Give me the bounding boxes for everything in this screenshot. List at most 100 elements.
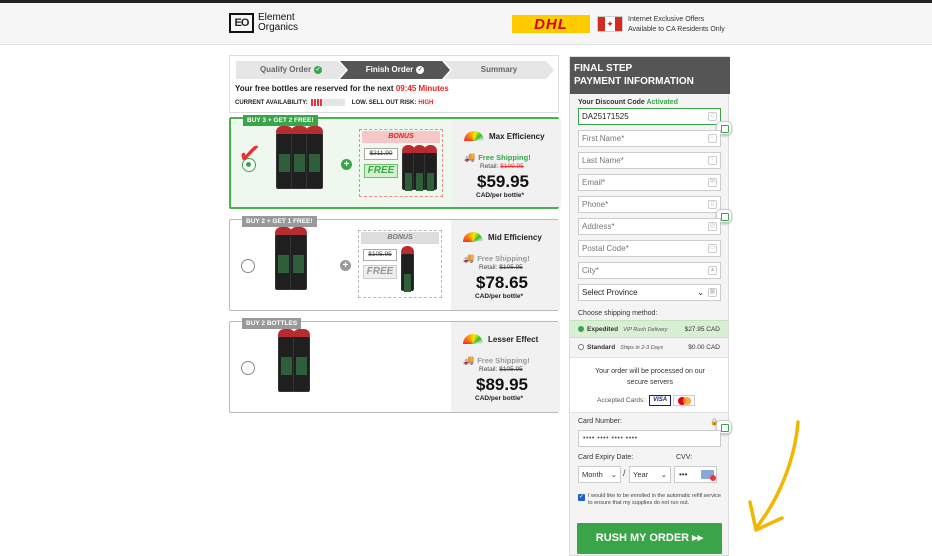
step-summary: Summary [444, 61, 554, 79]
pointing-arrow-icon [748, 420, 800, 532]
truck-icon: 🚚 [463, 355, 475, 365]
phone-icon: ▯ [708, 200, 717, 209]
package-radio[interactable] [241, 361, 255, 375]
secure-notice: Your order will be processed on our secu… [570, 357, 728, 413]
shipping-text: Free Shipping! [478, 153, 531, 162]
efficiency-text: Max Efficiency [489, 131, 545, 141]
postal-placeholder: Postal Code* [582, 244, 629, 253]
package-option-buy3-get2[interactable]: BUY 3 + GET 2 FREE! ✓ + BONUS $211.90 FR… [229, 115, 561, 209]
package-option-buy2[interactable]: BUY 2 BOTTLES Lesser Effect 🚚 Free Shippi… [229, 318, 560, 413]
city-input[interactable]: City* ▲ [578, 262, 721, 279]
shipping-option-standard[interactable]: Standard Ships in 2-3 Days $0.00 CAD [570, 339, 728, 357]
expiry-year-select[interactable]: Year ⌄ [629, 466, 671, 483]
mailbox-icon: ▭ [708, 244, 717, 253]
availability-row: CURRENT AVAILABILITY: LOW. SELL OUT RISK… [235, 99, 433, 106]
shipping-option-expedited[interactable]: Expedited VIP Rush Delivery $27.95 CAD [570, 320, 728, 338]
offer-notice-line1: Internet Exclusive Offers [628, 16, 705, 23]
shipping-radio[interactable] [578, 344, 584, 351]
risk-value: HIGH [418, 99, 434, 106]
rush-my-order-button[interactable]: RUSH MY ORDER ▸▸ [577, 523, 722, 554]
offer-notice-line2: Available to CA Residents Only [628, 26, 725, 33]
gauge-icon [464, 131, 484, 141]
retail-price: Retail: $109.95 [480, 163, 524, 170]
discount-code-value: DA25171525 [582, 112, 629, 121]
bonus-old-price: $105.95 [363, 249, 397, 261]
email-input[interactable]: Email* ✉ [578, 174, 721, 191]
shipping-radio[interactable] [578, 326, 584, 333]
bonus-bottles-image [401, 246, 414, 292]
first-name-placeholder: First Name* [582, 134, 625, 143]
shipping-note: VIP Rush Delivery [623, 327, 668, 333]
package-option-buy2-get1[interactable]: BUY 2 + GET 1 FREE! + BONUS $105.95 FREE… [229, 216, 560, 311]
product-bottles-image [275, 227, 307, 290]
secure-message: Your order will be processed on our secu… [595, 368, 705, 386]
efficiency-label: Mid Efficiency [463, 232, 542, 242]
discount-code-input[interactable]: DA25171525 ◇ [578, 108, 721, 125]
shipping-text: Free Shipping! [477, 254, 530, 263]
retail-label: Retail: [479, 366, 498, 373]
brand-name: Element Organics [258, 13, 298, 33]
shipping-name: Standard [587, 344, 616, 351]
form-header-line1: FINAL STEP [574, 63, 633, 74]
retail-label: Retail: [480, 163, 499, 170]
package-price: $59.95 [477, 172, 529, 191]
location-icon: ◎ [708, 222, 717, 231]
optin-checkbox[interactable]: ✓ [578, 494, 585, 501]
free-shipping-label: 🚚 Free Shipping! [463, 253, 530, 264]
package-price: $78.65 [476, 273, 528, 292]
brand-logo: EO Element Organics [229, 13, 298, 33]
gauge-icon [463, 334, 483, 344]
last-name-input[interactable]: Last Name* ◦ [578, 152, 721, 169]
package-tag: BUY 2 BOTTLES [242, 318, 302, 329]
postal-code-input[interactable]: Postal Code* ▭ [578, 240, 721, 257]
efficiency-label: Max Efficiency [464, 131, 545, 141]
free-shipping-label: 🚚 Free Shipping! [463, 355, 530, 366]
cvv-input[interactable]: ••• [674, 466, 717, 483]
form-header: FINAL STEP PAYMENT INFORMATION [570, 57, 730, 94]
canada-flag-icon: ✦ [597, 16, 623, 32]
price-column: Max Efficiency 🚚 Free Shipping! Retail: $… [452, 119, 561, 207]
card-number-input[interactable]: •••• •••• •••• •••• [578, 430, 721, 447]
first-name-input[interactable]: First Name* ◦ [578, 130, 721, 147]
last-name-placeholder: Last Name* [582, 156, 624, 165]
address-input[interactable]: Address* ◎ [578, 218, 721, 235]
date-separator: / [623, 468, 626, 478]
reservation-text: Your free bottles are reserved for the n… [235, 84, 449, 93]
step-label: Finish Order [365, 65, 414, 74]
building-icon: ▲ [708, 266, 717, 275]
package-radio[interactable] [241, 259, 255, 273]
step-qualify-order: Qualify Order ✓ [236, 61, 346, 79]
bonus-bottles-image [402, 145, 437, 191]
user-icon: ◦ [708, 134, 717, 143]
discount-label: Your Discount Code Activated [578, 99, 678, 106]
phone-input[interactable]: Phone* ▯ [578, 196, 721, 213]
availability-meter [310, 99, 345, 106]
logo-mark: EO [229, 13, 254, 33]
chevron-down-icon: ⌄ [660, 470, 667, 479]
price-unit: CAD/per bottle* [476, 192, 525, 199]
discount-status: Activated [646, 99, 678, 106]
check-icon: ✓ [314, 65, 323, 74]
plus-icon: + [341, 159, 352, 170]
countdown-timer: 09:45 Minutes [395, 84, 449, 93]
shipping-note: Ships in 2-3 Days [620, 345, 664, 351]
year-value: Year [633, 470, 649, 479]
bonus-old-price: $211.90 [364, 148, 398, 160]
retail-label: Retail: [479, 264, 498, 271]
map-icon: ▦ [708, 288, 717, 297]
cvv-value: ••• [679, 470, 688, 479]
shipping-price: $0.00 CAD [688, 344, 720, 351]
gauge-icon [463, 232, 483, 242]
province-select[interactable]: Select Province ⌄ ▦ [578, 284, 721, 301]
price-unit: CAD/per bottle* [475, 395, 524, 402]
discount-label-text: Your Discount Code [578, 99, 645, 106]
progress-box: Qualify Order ✓ Finish Order ✓ Summary You… [229, 55, 559, 113]
bonus-free-label: FREE [363, 265, 397, 279]
truck-icon: 🚚 [464, 152, 476, 162]
dhl-text: DHL [534, 15, 568, 33]
expiry-month-select[interactable]: Month ⌄ [578, 466, 621, 483]
plus-icon: + [340, 260, 351, 271]
auto-refill-optin[interactable]: ✓ I would like to be enrolled in the auto… [578, 493, 721, 507]
product-bottles-image [276, 126, 323, 189]
card-number-label: Card Number: [578, 418, 622, 425]
